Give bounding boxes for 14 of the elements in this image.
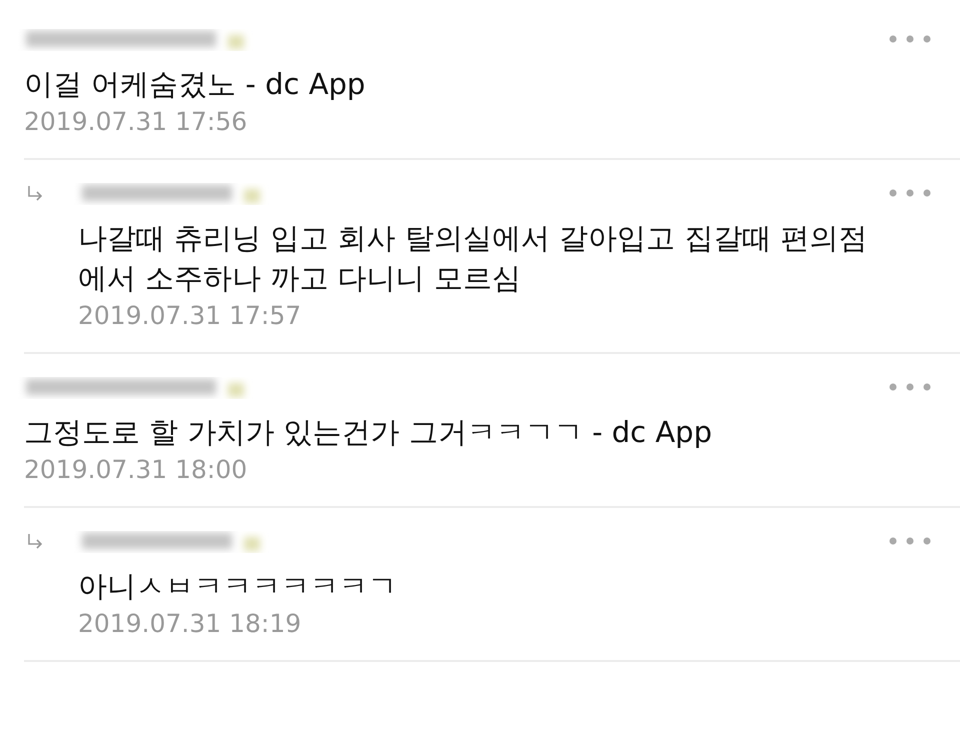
more-options-icon[interactable] bbox=[888, 536, 932, 546]
comment-date: 2019.07.31 18:00 bbox=[24, 454, 248, 486]
reply-arrow-icon bbox=[26, 184, 44, 202]
comment-text: 아니ㅅㅂㅋㅋㅋㅋㅋㅋㄱ bbox=[78, 568, 398, 605]
comment-date: 2019.07.31 17:56 bbox=[24, 106, 248, 138]
comment-date: 2019.07.31 18:19 bbox=[78, 608, 302, 640]
comment-date: 2019.07.31 17:57 bbox=[78, 300, 302, 332]
comment-text: 나갈때 츄리닝 입고 회사 탈의실에서 갈아입고 집갈때 편의점에서 소주하나 까고 다니니 모르심 bbox=[78, 220, 869, 297]
reply-arrow-icon bbox=[26, 532, 44, 550]
comment-text: 이걸 어케숨겼노 - dc App bbox=[24, 66, 366, 103]
more-options-icon[interactable] bbox=[888, 382, 932, 392]
comment-text: 그정도로 할 가치가 있는건가 그거ㅋㅋㄱㄱ - dc App bbox=[24, 414, 713, 451]
more-options-icon[interactable] bbox=[888, 34, 932, 44]
more-options-icon[interactable] bbox=[888, 188, 932, 198]
